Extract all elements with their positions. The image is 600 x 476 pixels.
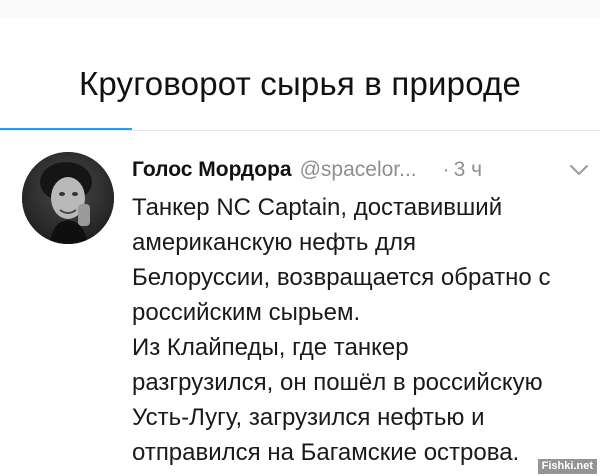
page-title: Круговорот сырья в природе xyxy=(78,65,522,102)
tweet-timestamp[interactable]: 3 ч xyxy=(454,158,482,181)
tweet-text-line: Танкер NC Captain, доставивший xyxy=(132,194,503,221)
tweet-text-line: Белоруссии, возвращается обратно с xyxy=(132,264,551,291)
chevron-down-icon[interactable] xyxy=(568,162,590,178)
header-divider xyxy=(0,130,600,131)
tweet-text-line: американскую нефть для xyxy=(132,229,417,256)
tweet-text: Танкер NC Captain, доставивший американс… xyxy=(132,190,594,470)
tweet-header: Голос Мордора @spacelor... · 3 ч xyxy=(132,155,592,185)
tweet-text-line: российским сырьем. xyxy=(132,299,361,326)
status-strip xyxy=(0,0,600,18)
tweet-text-line: отправился на Багамские острова. xyxy=(132,439,520,466)
author-name[interactable]: Голос Мордора xyxy=(132,158,292,181)
author-handle[interactable]: @spacelor... xyxy=(300,158,417,181)
separator-dot: · xyxy=(442,158,450,181)
tweet-text-line: Усть-Лугу, загрузился нефтью и xyxy=(132,404,485,431)
tweet-text-line: Из Клайпеды, где танкер xyxy=(132,334,409,361)
author-avatar[interactable] xyxy=(22,152,114,244)
user-avatar-photo-icon xyxy=(22,152,114,244)
watermark: Fishki.net xyxy=(537,459,597,474)
tweet-text-line: разгрузился, он пошёл в российскую xyxy=(132,369,543,396)
